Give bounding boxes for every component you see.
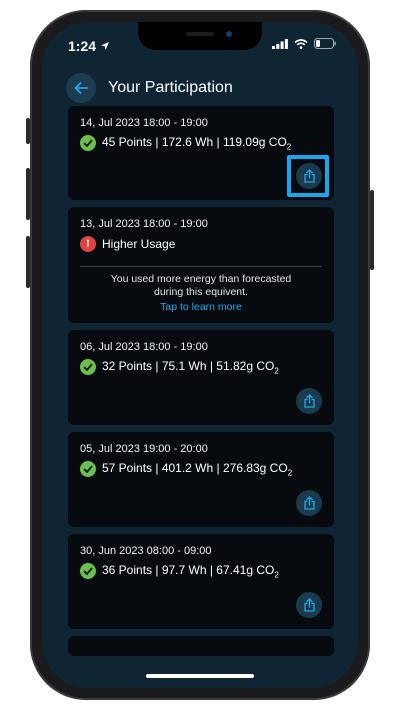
share-icon	[303, 598, 315, 612]
share-button[interactable]	[296, 388, 322, 414]
card-summary: ! Higher Usage	[80, 236, 322, 252]
check-circle-icon	[80, 359, 96, 376]
check-circle-icon	[80, 461, 96, 478]
share-icon	[303, 169, 315, 183]
participation-card-partial[interactable]	[68, 636, 334, 656]
card-date: 06, Jul 2023 18:00 - 19:00	[80, 341, 208, 353]
participation-card[interactable]: 14, Jul 2023 18:00 - 19:00 45 Points | 1…	[68, 106, 334, 200]
card-date: 14, Jul 2023 18:00 - 19:00	[80, 117, 208, 129]
status-time-group: 1:24	[68, 38, 110, 54]
share-icon	[303, 394, 315, 408]
card-divider	[80, 266, 322, 267]
usage-label: Higher Usage	[102, 237, 176, 251]
participation-card[interactable]: 30, Jun 2023 08:00 - 09:00 36 Points | 9…	[68, 534, 334, 629]
card-summary: 32 Points | 75.1 Wh | 51.82g CO2	[80, 359, 322, 375]
share-icon	[303, 496, 315, 510]
wifi-icon	[294, 38, 308, 49]
card-stats: 36 Points | 97.7 Wh | 67.41g CO2	[102, 563, 279, 580]
usage-message: You used more energy than forecasted dur…	[80, 273, 322, 299]
participation-card[interactable]: 05, Jul 2023 19:00 - 20:00 57 Points | 4…	[68, 432, 334, 527]
participation-card-warning[interactable]: 13, Jul 2023 18:00 - 19:00 ! Higher Usag…	[68, 207, 334, 323]
card-stats: 45 Points | 172.6 Wh | 119.09g CO2	[102, 135, 292, 152]
card-stats: 32 Points | 75.1 Wh | 51.82g CO2	[102, 359, 279, 376]
participation-card[interactable]: 06, Jul 2023 18:00 - 19:00 32 Points | 7…	[68, 330, 334, 425]
card-stats: 57 Points | 401.2 Wh | 276.83g CO2	[102, 461, 293, 478]
battery-icon	[314, 38, 336, 49]
back-button[interactable]	[66, 73, 96, 103]
card-date: 05, Jul 2023 19:00 - 20:00	[80, 443, 208, 455]
check-circle-icon	[80, 563, 96, 580]
learn-more-link[interactable]: Tap to learn more	[80, 301, 322, 325]
page-title: Your Participation	[108, 79, 233, 96]
share-button[interactable]	[296, 490, 322, 516]
app-screen: 1:24 Your Participation 14, Jul 2023 18:…	[42, 22, 358, 688]
usage-message-line2: during this equivent.	[154, 286, 248, 298]
power-button	[370, 190, 374, 270]
usage-message-line1: You used more energy than forecasted	[110, 273, 292, 285]
participation-list: 14, Jul 2023 18:00 - 19:00 45 Points | 1…	[68, 106, 334, 663]
arrow-left-icon	[74, 82, 88, 94]
exclamation-circle-icon: !	[80, 236, 96, 252]
share-button[interactable]	[296, 592, 322, 618]
status-time: 1:24	[68, 38, 97, 54]
signal-icon	[272, 38, 288, 49]
page-header: Your Participation	[42, 66, 358, 110]
home-indicator[interactable]	[146, 674, 254, 678]
card-summary: 45 Points | 172.6 Wh | 119.09g CO2	[80, 135, 322, 151]
status-indicators	[272, 38, 336, 49]
share-button[interactable]	[296, 163, 322, 189]
card-summary: 57 Points | 401.2 Wh | 276.83g CO2	[80, 461, 322, 477]
check-circle-icon	[80, 135, 96, 152]
card-date: 13, Jul 2023 18:00 - 19:00	[80, 218, 208, 230]
card-date: 30, Jun 2023 08:00 - 09:00	[80, 545, 212, 557]
status-bar: 1:24	[42, 22, 358, 66]
card-summary: 36 Points | 97.7 Wh | 67.41g CO2	[80, 563, 322, 579]
location-arrow-icon	[101, 42, 110, 50]
